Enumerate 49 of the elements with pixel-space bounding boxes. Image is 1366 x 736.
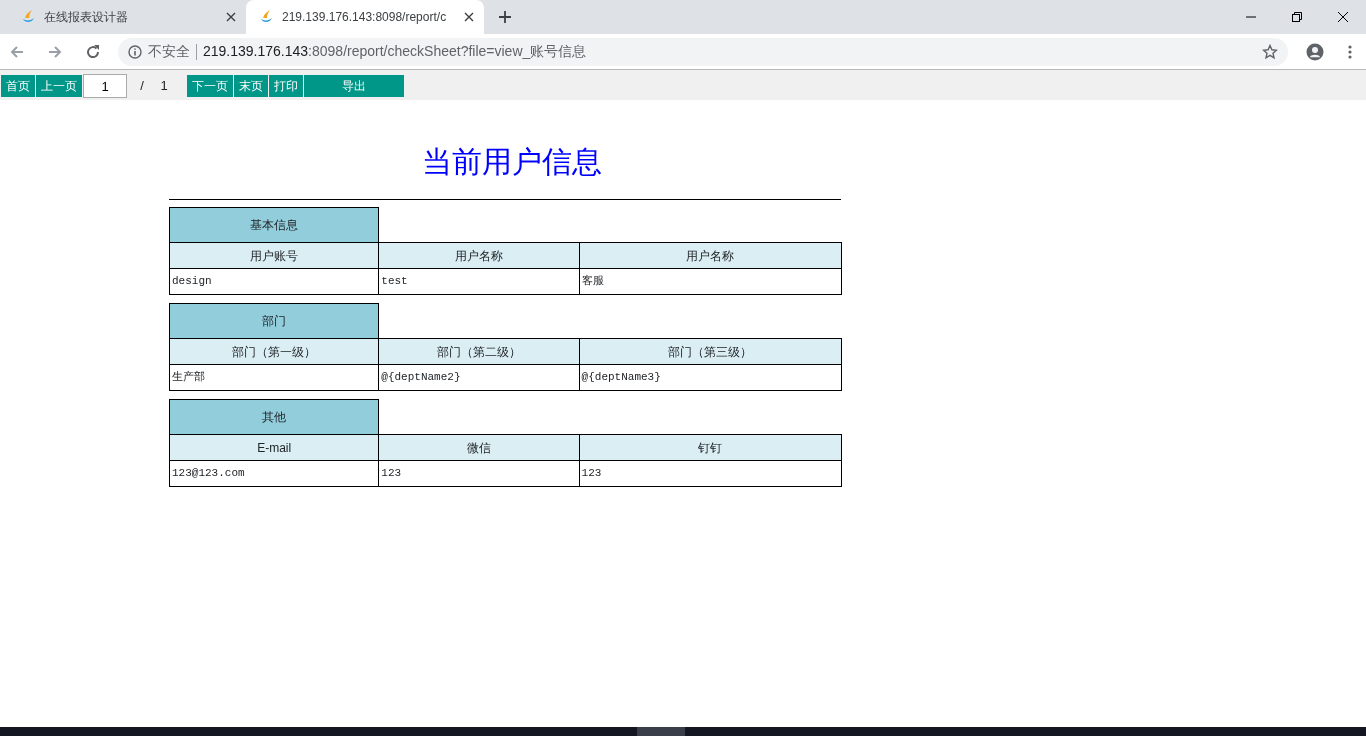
page-count-text: 1 [159, 77, 169, 96]
address-bar[interactable]: 不安全 219.139.176.143:8098/report/checkSheet?file=view_账号信息 [118, 37, 1288, 66]
column-header: 用户名称 [378, 242, 580, 269]
section-header: 部门 [169, 303, 379, 339]
account-icon[interactable] [1306, 42, 1324, 61]
toolbar-button[interactable]: 打印 [269, 75, 303, 97]
new-tab-icon[interactable] [498, 10, 512, 24]
toolbar-button[interactable]: 末页 [234, 75, 268, 97]
table-cell: design [169, 268, 379, 295]
column-header: 钉钉 [579, 434, 842, 461]
toolbar-button[interactable]: 下一页 [187, 75, 233, 97]
column-header: 部门（第一级） [169, 338, 379, 365]
logo-icon [258, 9, 274, 25]
column-header: 用户账号 [169, 242, 379, 269]
report-title: 当前用户信息 [421, 144, 603, 180]
toolbar-button[interactable]: 上一页 [36, 75, 82, 97]
column-header: 部门（第三级） [579, 338, 842, 365]
reload-icon[interactable] [84, 42, 102, 61]
close-icon[interactable] [464, 12, 474, 22]
menu-icon[interactable] [1348, 43, 1352, 60]
table-cell: test [378, 268, 580, 295]
table-cell: @{deptName3} [579, 364, 842, 391]
browser-tab[interactable]: 219.139.176.143:8098/report/c [246, 0, 484, 34]
security-label: 不安全 [148, 42, 190, 61]
toolbar-button[interactable]: 首页 [1, 75, 35, 97]
export-button[interactable]: 导出 [304, 75, 404, 97]
table-cell: 123 [378, 460, 580, 487]
table-cell: @{deptName2} [378, 364, 580, 391]
column-header: 部门（第二级） [378, 338, 580, 365]
section-header: 基本信息 [169, 207, 379, 243]
table-cell: 123@123.com [169, 460, 379, 487]
logo-icon [20, 9, 36, 25]
table-cell: 生产部 [169, 364, 379, 391]
browser-tab[interactable]: 在线报表设计器 [8, 0, 246, 34]
table-cell: 123 [579, 460, 842, 487]
close-icon[interactable] [226, 12, 236, 22]
restore-icon[interactable] [1291, 11, 1303, 23]
table-cell: 客服 [579, 268, 842, 295]
url-path: :8098/report/checkSheet?file=view_账号信息 [308, 42, 587, 61]
column-header: E-mail [169, 434, 379, 461]
close-icon[interactable] [1337, 11, 1349, 23]
info-icon[interactable] [128, 44, 142, 59]
column-header: 用户名称 [579, 242, 842, 269]
url-host: 219.139.176.143 [203, 42, 309, 61]
section-header: 其他 [169, 399, 379, 435]
page-count-text: / [139, 77, 145, 96]
column-header: 微信 [378, 434, 580, 461]
star-icon[interactable] [1262, 43, 1278, 60]
page-number-field[interactable]: 1 [83, 74, 127, 98]
